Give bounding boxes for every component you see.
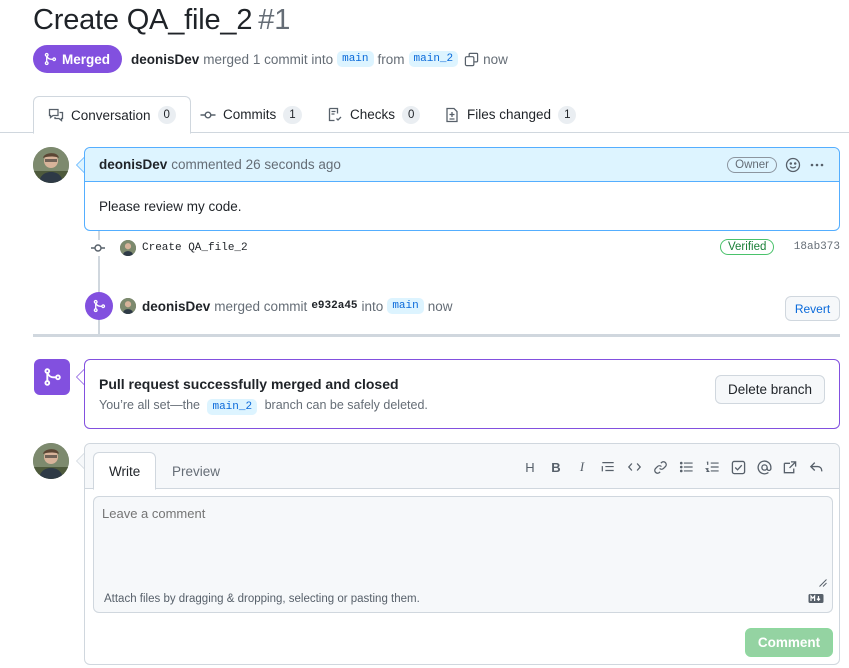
copy-icon[interactable]	[464, 52, 479, 67]
git-merge-icon	[44, 368, 61, 386]
timeline-commit: Create QA_file_2 Verified 18ab373	[88, 238, 840, 258]
checklist-icon	[328, 107, 342, 121]
tab-commits[interactable]: Commits 1	[186, 96, 316, 133]
merged-caret	[76, 369, 84, 385]
git-commit-icon	[200, 110, 216, 118]
merge-event-badge	[85, 292, 113, 320]
pr-author-link[interactable]: deonisDev	[131, 52, 199, 67]
resize-handle-icon[interactable]	[819, 574, 827, 590]
revert-button[interactable]: Revert	[785, 296, 840, 321]
mention-icon[interactable]	[755, 459, 773, 475]
deletable-branch[interactable]: main_2	[207, 399, 258, 415]
tab-label: Checks	[350, 107, 396, 122]
tab-preview[interactable]: Preview	[157, 452, 235, 490]
comment-author-link[interactable]: deonisDev	[99, 157, 167, 172]
code-icon[interactable]	[625, 459, 643, 475]
merged-sub-pre: You’re all set—the	[99, 398, 200, 412]
tab-counter: 1	[558, 105, 577, 124]
merged-status-box: Pull request successfully merged and clo…	[84, 359, 840, 429]
avatar[interactable]	[120, 298, 136, 314]
from-text: from	[377, 51, 405, 67]
attach-files-bar[interactable]: Attach files by dragging & dropping, sel…	[93, 585, 833, 613]
merge-time: now	[483, 51, 508, 67]
unordered-list-icon[interactable]	[677, 459, 695, 475]
timeline-merge: deonisDev merged commit e932a45 into mai…	[120, 296, 452, 316]
base-branch[interactable]: main	[337, 51, 374, 67]
italic-icon[interactable]: I	[573, 459, 591, 475]
tab-conversation[interactable]: Conversation 0	[33, 96, 191, 134]
file-diff-icon	[446, 107, 458, 122]
tab-label: Conversation	[71, 107, 151, 123]
merged-sub-post: branch can be safely deleted.	[264, 398, 428, 412]
verified-badge[interactable]: Verified	[720, 239, 775, 255]
markdown-icon[interactable]	[808, 593, 824, 607]
tab-label: Files changed	[467, 107, 552, 122]
avatar[interactable]	[33, 147, 69, 183]
comment-caret	[76, 157, 84, 173]
tab-counter: 0	[402, 105, 421, 124]
merged-status-icon	[34, 359, 70, 395]
merged-subtitle: You’re all set—the main_2 branch can be …	[99, 398, 428, 415]
markdown-toolbar: H B I	[521, 459, 825, 475]
merge-target-branch[interactable]: main	[387, 298, 424, 314]
merge-commit-sha-link[interactable]: e932a45	[311, 300, 357, 312]
merge-event-time: now	[427, 298, 453, 314]
state-label: Merged	[62, 51, 111, 67]
kebab-menu-icon[interactable]	[809, 157, 825, 173]
smiley-icon[interactable]	[785, 157, 801, 173]
comment-header: deonisDev commented 26 seconds ago Owner	[85, 148, 839, 182]
tab-checks[interactable]: Checks 0	[313, 96, 434, 133]
tab-counter: 0	[157, 106, 176, 124]
avatar[interactable]	[33, 443, 69, 479]
git-merge-icon	[44, 52, 57, 66]
page-title: Create QA_file_2 #1	[33, 4, 290, 37]
bold-icon[interactable]: B	[547, 459, 565, 475]
merge-text: merged 1 commit into	[203, 51, 334, 67]
reply-icon[interactable]	[807, 459, 825, 475]
pr-number: #1	[258, 4, 291, 36]
commit-sha-link[interactable]: 18ab373	[794, 241, 840, 253]
commit-message-link[interactable]: Create QA_file_2	[142, 242, 248, 254]
merge-author-link[interactable]: deonisDev	[142, 299, 210, 314]
tab-files-changed[interactable]: Files changed 1	[430, 96, 590, 133]
pr-meta: Merged deonisDev merged 1 commit into ma…	[33, 45, 508, 73]
quote-icon[interactable]	[599, 459, 617, 475]
tab-write[interactable]: Write	[93, 452, 157, 490]
attach-files-text: Attach files by dragging & dropping, sel…	[104, 592, 420, 605]
delete-branch-button[interactable]: Delete branch	[715, 375, 825, 404]
link-icon[interactable]	[651, 459, 669, 475]
avatar[interactable]	[120, 240, 136, 256]
new-comment-header: Write Preview H B I	[85, 444, 839, 490]
new-comment-caret	[76, 453, 84, 469]
tasklist-icon[interactable]	[729, 459, 747, 475]
merged-title: Pull request successfully merged and clo…	[99, 376, 399, 392]
comment-body: Please review my code.	[99, 199, 242, 214]
new-comment-form: Write Preview H B I Attach files by drag…	[84, 443, 840, 665]
pr-tabs: Conversation 0 Commits 1 Checks 0 Files …	[0, 96, 849, 134]
comment-submit-button[interactable]: Comment	[745, 628, 833, 657]
timeline-break	[33, 334, 840, 337]
heading-icon[interactable]: H	[521, 459, 539, 475]
ordered-list-icon[interactable]	[703, 459, 721, 475]
tab-counter: 1	[283, 105, 302, 124]
merge-into-text: into	[361, 298, 384, 314]
merge-event-text: merged commit	[214, 298, 308, 314]
state-badge-merged: Merged	[33, 45, 123, 73]
git-commit-icon	[88, 240, 108, 256]
comment-textarea[interactable]	[93, 496, 833, 586]
tab-label: Commits	[223, 107, 277, 122]
comment-box: deonisDev commented 26 seconds ago Owner…	[84, 147, 840, 231]
head-branch[interactable]: main_2	[408, 51, 459, 67]
pr-title-text: Create QA_file_2	[33, 4, 253, 36]
owner-badge: Owner	[727, 156, 777, 173]
comment-timestamp[interactable]: commented 26 seconds ago	[171, 157, 341, 172]
git-merge-icon	[93, 299, 106, 313]
comment-discussion-icon	[48, 108, 64, 122]
cross-reference-icon[interactable]	[781, 459, 799, 475]
